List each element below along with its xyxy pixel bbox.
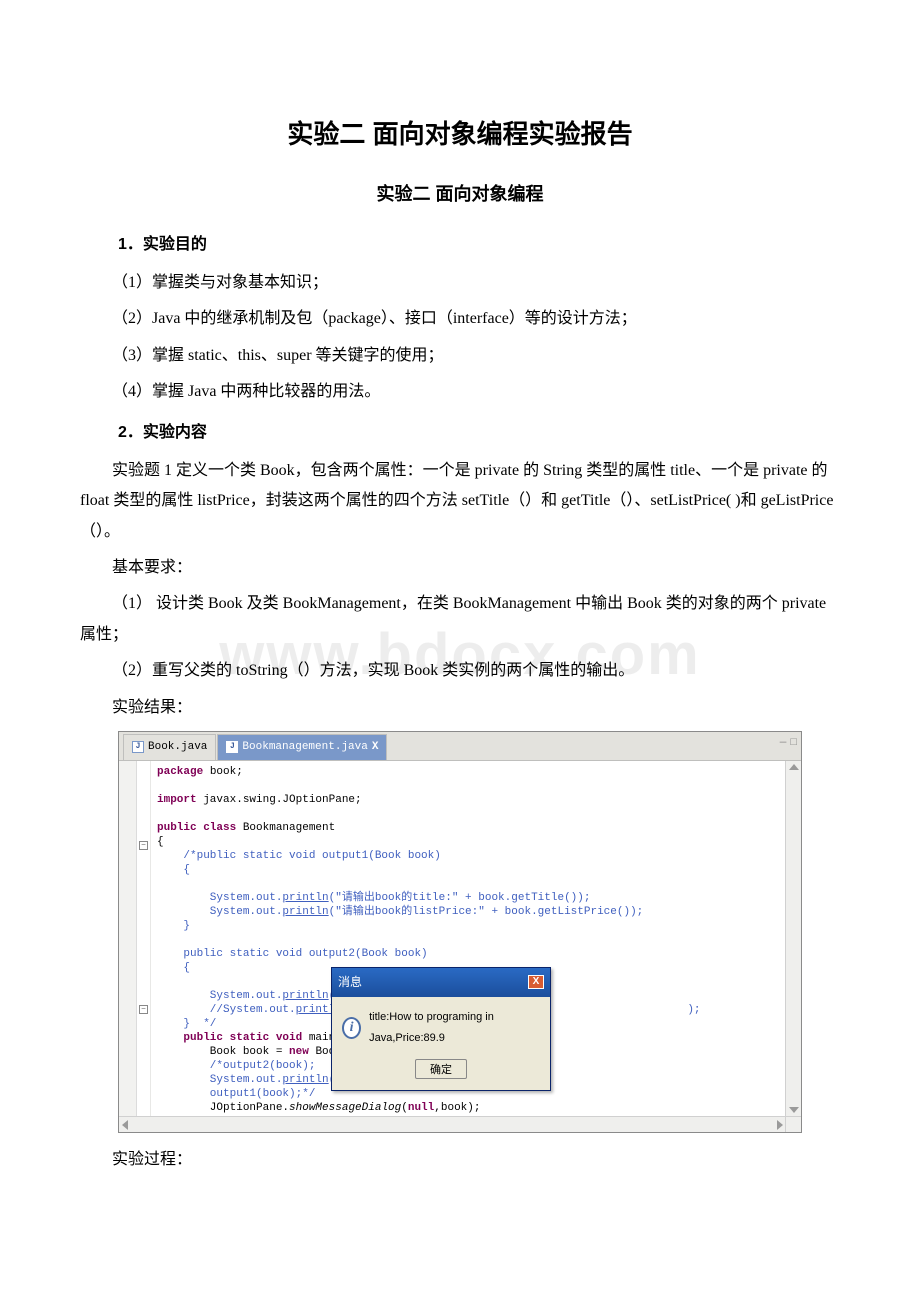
code-token: Bookmanagement — [236, 822, 335, 834]
code-token: new — [289, 1046, 309, 1058]
tab-label: Bookmanagement.java — [242, 737, 367, 758]
code-token: ( — [401, 1102, 408, 1114]
message-dialog: 消息 X i title:How to programing in Java,P… — [331, 967, 551, 1091]
code-token: } — [157, 920, 190, 932]
s2-p2: 基本要求： — [80, 553, 840, 583]
code-token: output1(book);*/ — [157, 1088, 315, 1100]
minimize-icon[interactable]: — — [780, 733, 787, 754]
dialog-title: 消息 — [338, 971, 362, 994]
scroll-corner — [785, 1116, 801, 1132]
ide-editor-panel: J Book.java J Bookmanagement.java X — □ … — [118, 731, 802, 1133]
fold-minus-icon[interactable]: − — [139, 841, 148, 850]
code-token: println — [282, 1074, 328, 1086]
close-icon[interactable]: X — [528, 975, 544, 989]
panel-controls: — □ — [780, 733, 797, 754]
java-file-icon: J — [226, 741, 238, 753]
s2-p3: （1） 设计类 Book 及类 BookManagement，在类 BookMa… — [80, 589, 840, 650]
code-token: { — [157, 836, 164, 848]
code-token: import — [157, 794, 197, 806]
tab-bookmanagement-java[interactable]: J Bookmanagement.java X — [217, 734, 387, 760]
dialog-buttons: 确定 — [332, 1055, 550, 1091]
info-icon: i — [342, 1017, 361, 1039]
code-token: System.out. — [157, 906, 282, 918]
code-token: ); — [687, 1004, 700, 1016]
code-token: public static void output2(Book book) — [157, 948, 428, 960]
code-token: public class — [157, 822, 236, 834]
code-token: /*output2(book); — [157, 1060, 315, 1072]
close-icon[interactable]: X — [372, 737, 379, 758]
horizontal-scrollbar[interactable] — [119, 1116, 801, 1132]
code-token: showMessageDialog — [289, 1102, 401, 1114]
ide-body: − − package book; import javax.swing.JOp… — [119, 761, 801, 1116]
ok-button[interactable]: 确定 — [415, 1059, 467, 1079]
code-token: null — [408, 1102, 434, 1114]
code-token: /*public static void output1(Book book) — [157, 850, 441, 862]
code-token: System.out. — [157, 1074, 282, 1086]
s1-p2: （2）Java 中的继承机制及包（package）、接口（interface）等… — [80, 304, 840, 334]
s2-p1: 实验题 1 定义一个类 Book，包含两个属性：一个是 private 的 St… — [80, 456, 840, 547]
code-token: { — [157, 962, 190, 974]
section2-heading: 2．实验内容 — [118, 418, 840, 448]
code-token: System.out. — [157, 892, 282, 904]
code-token: ,book); — [434, 1102, 480, 1114]
tab-label: Book.java — [148, 737, 207, 758]
tab-book-java[interactable]: J Book.java — [123, 734, 216, 760]
code-token: package — [157, 766, 203, 778]
s2-p6: 实验过程： — [80, 1145, 840, 1175]
java-file-icon: J — [132, 741, 144, 753]
s1-p3: （3）掌握 static、this、super 等关键字的使用； — [80, 341, 840, 371]
dialog-body: i title:How to programing in Java,Price:… — [332, 997, 550, 1055]
code-token: println — [282, 892, 328, 904]
page-title: 实验二 面向对象编程实验报告 — [80, 110, 840, 159]
code-token: println — [282, 990, 328, 1002]
ide-gutter — [119, 761, 137, 1116]
ide-tabbar: J Book.java J Bookmanagement.java X — □ — [119, 732, 801, 761]
code-token: } */ — [157, 1018, 216, 1030]
code-token: Book book = — [157, 1046, 289, 1058]
code-token: ("请输出book的title:" + book.getTitle()); — [329, 892, 591, 904]
section1-heading: 1．实验目的 — [118, 230, 840, 260]
s2-p5: 实验结果： — [80, 693, 840, 723]
s1-p1: （1）掌握类与对象基本知识； — [80, 268, 840, 298]
page-subtitle: 实验二 面向对象编程 — [80, 177, 840, 211]
vertical-scrollbar[interactable] — [785, 761, 801, 1116]
code-token: System.out. — [157, 990, 282, 1002]
code-token: JOptionPane. — [157, 1102, 289, 1114]
dialog-message: title:How to programing in Java,Price:89… — [369, 1007, 540, 1049]
code-token: public static void — [157, 1032, 302, 1044]
dialog-titlebar[interactable]: 消息 X — [332, 968, 550, 997]
code-token: println — [282, 906, 328, 918]
code-token: { — [157, 864, 190, 876]
ide-fold-column: − − — [137, 761, 151, 1116]
fold-minus-icon[interactable]: − — [139, 1005, 148, 1014]
code-token: //System.out. — [157, 1004, 296, 1016]
maximize-icon[interactable]: □ — [790, 733, 797, 754]
code-token: ("请输出book的listPrice:" + book.getListPric… — [329, 906, 644, 918]
code-token: javax.swing.JOptionPane; — [197, 794, 362, 806]
s2-p4: （2）重写父类的 toString（）方法，实现 Book 类实例的两个属性的输… — [80, 656, 840, 686]
code-token: book; — [203, 766, 243, 778]
s1-p4: （4）掌握 Java 中两种比较器的用法。 — [80, 377, 840, 407]
